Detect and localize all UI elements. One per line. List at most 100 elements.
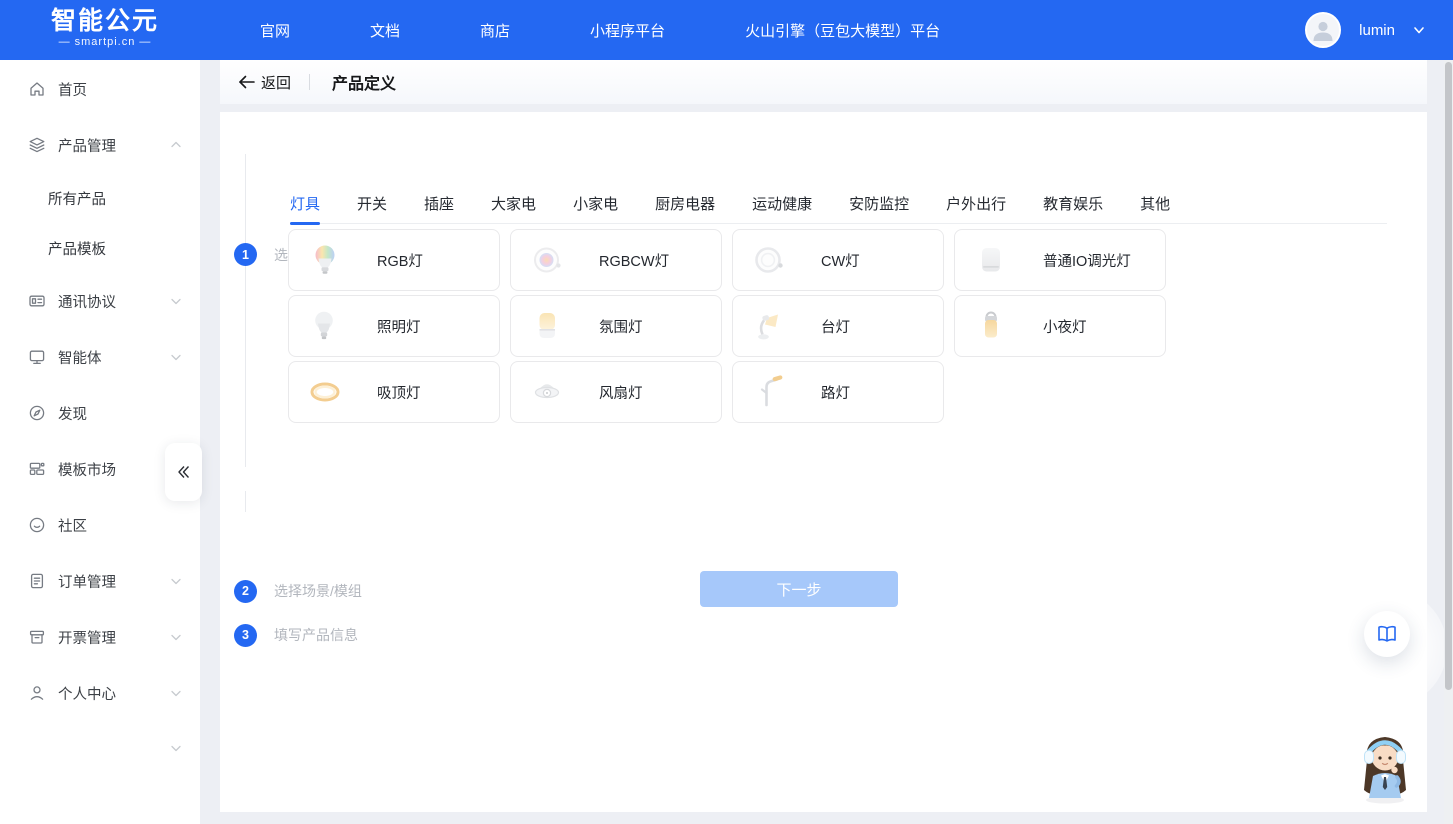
docs-help-button[interactable] [1364,611,1410,657]
product-grid: RGB灯 RGBCW灯 CW灯 普通IO调光灯照明灯 氛围灯 台灯 小夜灯吸顶灯 风扇灯路灯 [288,229,1166,423]
user-menu[interactable]: lumin [1305,0,1425,60]
sidebar-item-empty[interactable] [0,721,200,775]
discover-icon [28,404,46,422]
product-label: 照明灯 [377,316,421,337]
product-card-RGB灯[interactable]: RGB灯 [288,229,500,291]
sidebar-item-通讯协议[interactable]: 通讯协议 [0,273,200,329]
person-icon [1310,17,1336,43]
sidebar-item-label: 开票管理 [58,627,116,648]
user-avatar-icon[interactable] [1305,12,1341,48]
sidebar-item-社区[interactable]: 社区 [0,497,200,553]
header-divider [309,74,310,90]
step-3: 3 填写产品信息 [234,624,358,647]
product-card-小夜灯[interactable]: 小夜灯 [954,295,1166,357]
chevron-down-icon [170,351,182,363]
sidebar-item-订单管理[interactable]: 订单管理 [0,553,200,609]
product-card-照明灯[interactable]: 照明灯 [288,295,500,357]
product-card-CW灯[interactable]: CW灯 [732,229,944,291]
rgb-bulb-icon [307,242,343,278]
nav-item-4[interactable]: 火山引擎（豆包大模型）平台 [745,20,940,41]
username: lumin [1359,22,1395,39]
main-panel: 1选择产品类别2选择场景/模组3填写产品信息 灯具开关插座大家电小家电厨房电器运… [220,112,1427,812]
topbar-nav: 官网 文档 商店 小程序平台 火山引擎（豆包大模型）平台 [260,0,940,60]
product-label: RGBCW灯 [599,250,669,271]
product-card-普通IO调光灯[interactable]: 普通IO调光灯 [954,229,1166,291]
layers-icon [28,136,46,154]
product-card-氛围灯[interactable]: 氛围灯 [510,295,722,357]
category-tab-厨房电器[interactable]: 厨房电器 [655,184,715,224]
ambient-lamp-icon [529,308,565,344]
nav-item-1[interactable]: 文档 [370,20,400,41]
sidebar-item-label: 订单管理 [58,571,116,592]
step-3-badge: 3 [234,624,257,647]
sidebar-item-产品管理[interactable]: 产品管理 [0,117,200,173]
step-2-label: 选择场景/模组 [274,581,362,601]
product-card-台灯[interactable]: 台灯 [732,295,944,357]
nav-item-3[interactable]: 小程序平台 [590,20,665,41]
category-tab-户外出行[interactable]: 户外出行 [946,184,1006,224]
product-card-路灯[interactable]: 路灯 [732,361,944,423]
sidebar-item-label: 模板市场 [58,459,116,480]
back-button[interactable]: 返回 [238,72,291,93]
product-card-吸顶灯[interactable]: 吸顶灯 [288,361,500,423]
sidebar-item-label: 个人中心 [58,683,116,704]
sidebar-item-所有产品[interactable]: 所有产品 [0,173,200,223]
next-step-button[interactable]: 下一步 [700,571,898,607]
product-card-RGBCW灯[interactable]: RGBCW灯 [510,229,722,291]
sidebar-item-label: 通讯协议 [58,291,116,312]
nav-item-2[interactable]: 商店 [480,20,510,41]
logo[interactable]: 智能公元 — smartpi.cn — [40,7,170,48]
category-tab-教育娱乐[interactable]: 教育娱乐 [1043,184,1103,224]
sidebar-item-个人中心[interactable]: 个人中心 [0,665,200,721]
category-tab-开关[interactable]: 开关 [357,184,387,224]
protocol-icon [28,292,46,310]
product-label: 吸顶灯 [377,382,421,403]
sidebar-item-label: 所有产品 [48,188,106,209]
logo-title: 智能公元 [40,7,170,35]
product-label: 普通IO调光灯 [1043,250,1131,271]
desk-lamp-icon [751,308,787,344]
category-tab-安防监控[interactable]: 安防监控 [849,184,909,224]
category-tab-大家电[interactable]: 大家电 [491,184,536,224]
chevron-double-left-icon [176,464,192,480]
category-tab-灯具[interactable]: 灯具 [290,184,320,224]
category-tab-小家电[interactable]: 小家电 [573,184,618,224]
sidebar-item-开票管理[interactable]: 开票管理 [0,609,200,665]
community-icon [28,516,46,534]
category-tab-运动健康[interactable]: 运动健康 [752,184,812,224]
rgbcw-downlight-icon [529,242,565,278]
step-2-badge: 2 [234,580,257,603]
chevron-down-icon[interactable] [1413,24,1425,36]
topbar: 智能公元 — smartpi.cn — 官网 文档 商店 小程序平台 火山引擎（豆包大模… [0,0,1453,60]
sidebar-item-产品模板[interactable]: 产品模板 [0,223,200,273]
chevron-down-icon [170,687,182,699]
product-label: 氛围灯 [599,316,643,337]
sidebar-item-发现[interactable]: 发现 [0,385,200,441]
category-tab-插座[interactable]: 插座 [424,184,454,224]
category-tab-其他[interactable]: 其他 [1140,184,1170,224]
logo-subtitle: — smartpi.cn — [40,36,170,48]
step-connector-1-2 [245,154,246,467]
ai-assistant-avatar[interactable] [1352,730,1418,804]
product-card-风扇灯[interactable]: 风扇灯 [510,361,722,423]
category-tabs: 灯具开关插座大家电小家电厨房电器运动健康安防监控户外出行教育娱乐其他 [290,184,1387,224]
product-label: CW灯 [821,250,860,271]
sidebar-item-label: 产品管理 [58,135,116,156]
cw-downlight-icon [751,242,787,278]
sidebar-collapse-button[interactable] [165,443,202,501]
io-dimmer-icon [973,242,1009,278]
chevron-down-icon [170,631,182,643]
scrollbar-thumb[interactable] [1445,62,1452,690]
back-label: 返回 [261,72,291,93]
sidebar-item-首页[interactable]: 首页 [0,61,200,117]
sidebar-item-label: 智能体 [58,347,102,368]
chevron-down-icon [170,575,182,587]
product-label: 台灯 [821,316,850,337]
step-3-label: 填写产品信息 [274,625,358,645]
app-root: 智能公元 — smartpi.cn — 官网 文档 商店 小程序平台 火山引擎（豆包大模… [0,0,1453,824]
sidebar-item-智能体[interactable]: 智能体 [0,329,200,385]
page-scrollbar[interactable] [1444,60,1453,824]
white-bulb-icon [307,308,343,344]
step-2: 2 选择场景/模组 [234,580,362,603]
nav-item-0[interactable]: 官网 [260,20,290,41]
